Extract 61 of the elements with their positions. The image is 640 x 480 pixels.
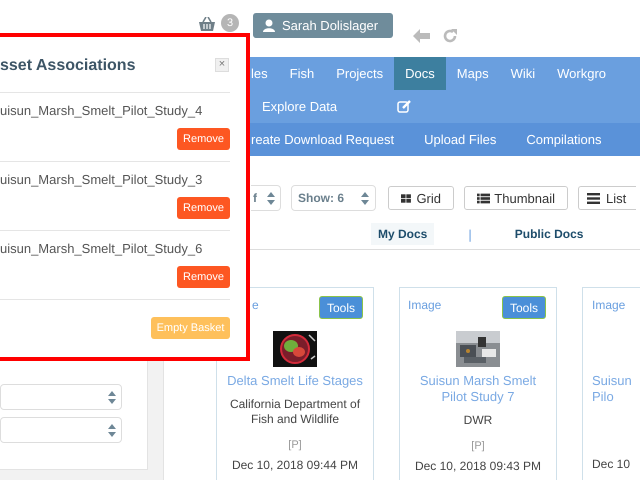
empty-basket-button[interactable]: Empty Basket [151, 317, 230, 339]
doc-tab[interactable]: Public Docs [508, 223, 590, 245]
access-label: [P] [471, 440, 485, 452]
tools-button[interactable]: Tools [502, 296, 546, 319]
view-button[interactable]: List [578, 186, 636, 210]
tools-button[interactable]: Tools [318, 296, 363, 319]
remove-button[interactable]: Remove [177, 128, 230, 150]
refresh-icon [442, 28, 458, 44]
access-label: [P] [288, 439, 302, 451]
view-button[interactable]: Thumbnail [464, 186, 568, 210]
nav-tab[interactable]: les [251, 57, 279, 90]
doc-title[interactable]: Delta Smelt Life Stages [221, 373, 369, 389]
dataset-name: uisun_Marsh_Smelt_Pilot_Study_4 [0, 103, 204, 118]
doc-type: e [252, 298, 259, 312]
user-icon [263, 19, 275, 32]
doc-organization: California Department of Fish and Wildlife [228, 397, 362, 427]
list-icon [477, 192, 490, 204]
menu-icon [587, 192, 602, 204]
back-arrow-icon [413, 29, 430, 43]
remove-button[interactable]: Remove [177, 266, 230, 288]
nav-tab[interactable]: Maps [446, 57, 500, 90]
doc-date: Dec 10, 2018 09:44 PM [232, 458, 358, 472]
nav-link[interactable]: Upload Files [424, 123, 526, 156]
nav-tab[interactable]: Docs [394, 57, 446, 90]
remove-button[interactable]: Remove [177, 197, 230, 219]
updown-icon [267, 192, 275, 204]
nav-tab[interactable]: Wiki [500, 57, 546, 90]
nav-tab[interactable]: Fish [278, 57, 326, 90]
doc-title[interactable]: Suisun Pilo [592, 373, 640, 405]
tab-separator: | [468, 226, 472, 242]
updown-icon [108, 424, 116, 436]
updown-icon [361, 192, 369, 204]
popup-title: sset Associations [0, 56, 136, 74]
updown-icon [108, 390, 116, 404]
doc-type: Image [408, 298, 442, 312]
nav-link[interactable]: Explore Data [262, 90, 398, 123]
grid-icon [401, 192, 412, 204]
doc-type: Image [592, 298, 626, 312]
doc-date: Dec 10, 2018 09:43 PM [414, 459, 542, 473]
nav-tab[interactable]: Workgro [546, 57, 606, 90]
doc-title[interactable]: Suisun Marsh Smelt Pilot Study 7 [400, 373, 556, 405]
sort-select[interactable]: f [251, 185, 281, 211]
show-select[interactable]: Show: 6 [291, 185, 376, 211]
select-field[interactable] [0, 384, 122, 410]
close-button[interactable]: × [215, 58, 229, 72]
doc-tab[interactable]: My Docs [371, 223, 434, 245]
doc-date: Dec 10 [592, 457, 630, 471]
select-value: Show: 6 [298, 191, 344, 205]
nav-link[interactable]: reate Download Request [251, 123, 424, 156]
dataset-name: uisun_Marsh_Smelt_Pilot_Study_3 [0, 172, 204, 187]
edit-icon [397, 100, 412, 113]
select-field[interactable] [0, 417, 122, 443]
nav-tab[interactable]: Projects [325, 57, 394, 90]
dataset-name: uisun_Marsh_Smelt_Pilot_Study_6 [0, 241, 204, 256]
basket-count: 3 [221, 14, 239, 32]
view-button[interactable]: Grid [388, 186, 454, 210]
select-value: f [253, 191, 257, 205]
nav-link[interactable]: Compilations [526, 123, 602, 156]
user-button[interactable]: Sarah Dolislager [253, 13, 393, 38]
doc-organization: DWR [464, 413, 492, 428]
basket-icon [198, 17, 216, 31]
